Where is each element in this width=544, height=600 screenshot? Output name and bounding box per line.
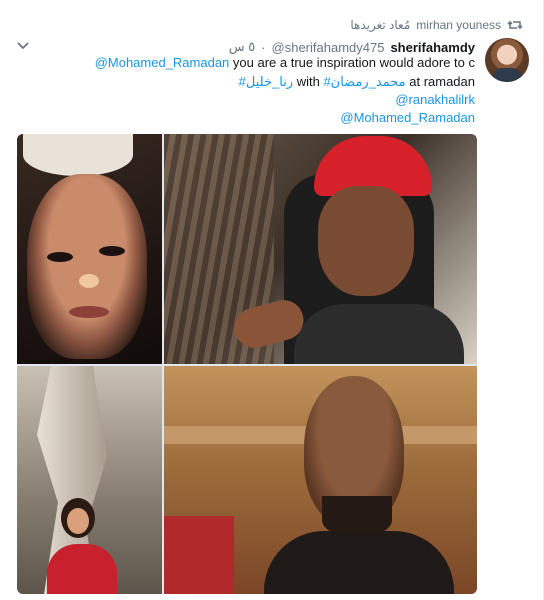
avatar-shirt <box>491 68 523 82</box>
hashtag-rana-khalil[interactable]: #رنا_خليل <box>239 74 293 89</box>
retweet-icon <box>507 20 523 30</box>
tweet-timestamp[interactable]: ٥ س <box>229 39 255 55</box>
mention-ranakhalilrk[interactable]: @ranakhalilrk <box>395 92 475 107</box>
photo-bottom-right[interactable] <box>164 366 477 594</box>
photo-top-left[interactable] <box>17 134 162 364</box>
header-separator: · <box>261 39 266 55</box>
chevron-down-icon[interactable] <box>14 36 32 54</box>
author-screen-name[interactable]: @sherifahamdy475 <box>272 40 385 55</box>
tweet-text-at: at ramadan <box>405 74 475 89</box>
photo-bottom-left[interactable] <box>17 366 162 594</box>
retweet-context: mirhan youness مُعاد تغريدها <box>350 16 523 34</box>
media-grid[interactable] <box>17 134 477 594</box>
tweet-text-line-3: @ranakhalilrk <box>395 91 475 109</box>
mention-mohamed-ramadan[interactable]: @Mohamed_Ramadan <box>95 55 230 70</box>
photo-top-right[interactable] <box>164 134 477 364</box>
retweeter-name[interactable]: mirhan youness <box>416 18 501 32</box>
retweet-label: مُعاد تغريدها <box>350 18 411 32</box>
tweet-text-line-4: @Mohamed_Ramadan <box>340 109 475 127</box>
hashtag-mohamed-ramadan[interactable]: #محمد_رمضان <box>323 74 405 89</box>
mention-mohamed-ramadan-2[interactable]: @Mohamed_Ramadan <box>340 110 475 125</box>
tweet-text-line-1: @Mohamed_Ramadan you are a true inspirat… <box>95 54 475 72</box>
avatar[interactable] <box>485 38 529 82</box>
tweet-card[interactable]: mirhan youness مُعاد تغريدها sherifahamd… <box>0 0 544 600</box>
tweet-text: you are a true inspiration would adore t… <box>229 55 475 70</box>
tweet-text-with: with <box>293 74 324 89</box>
tweet-text-line-2: #رنا_خليل with #محمد_رمضان at ramadan <box>239 73 475 91</box>
author-display-name[interactable]: sherifahamdy <box>390 40 475 55</box>
